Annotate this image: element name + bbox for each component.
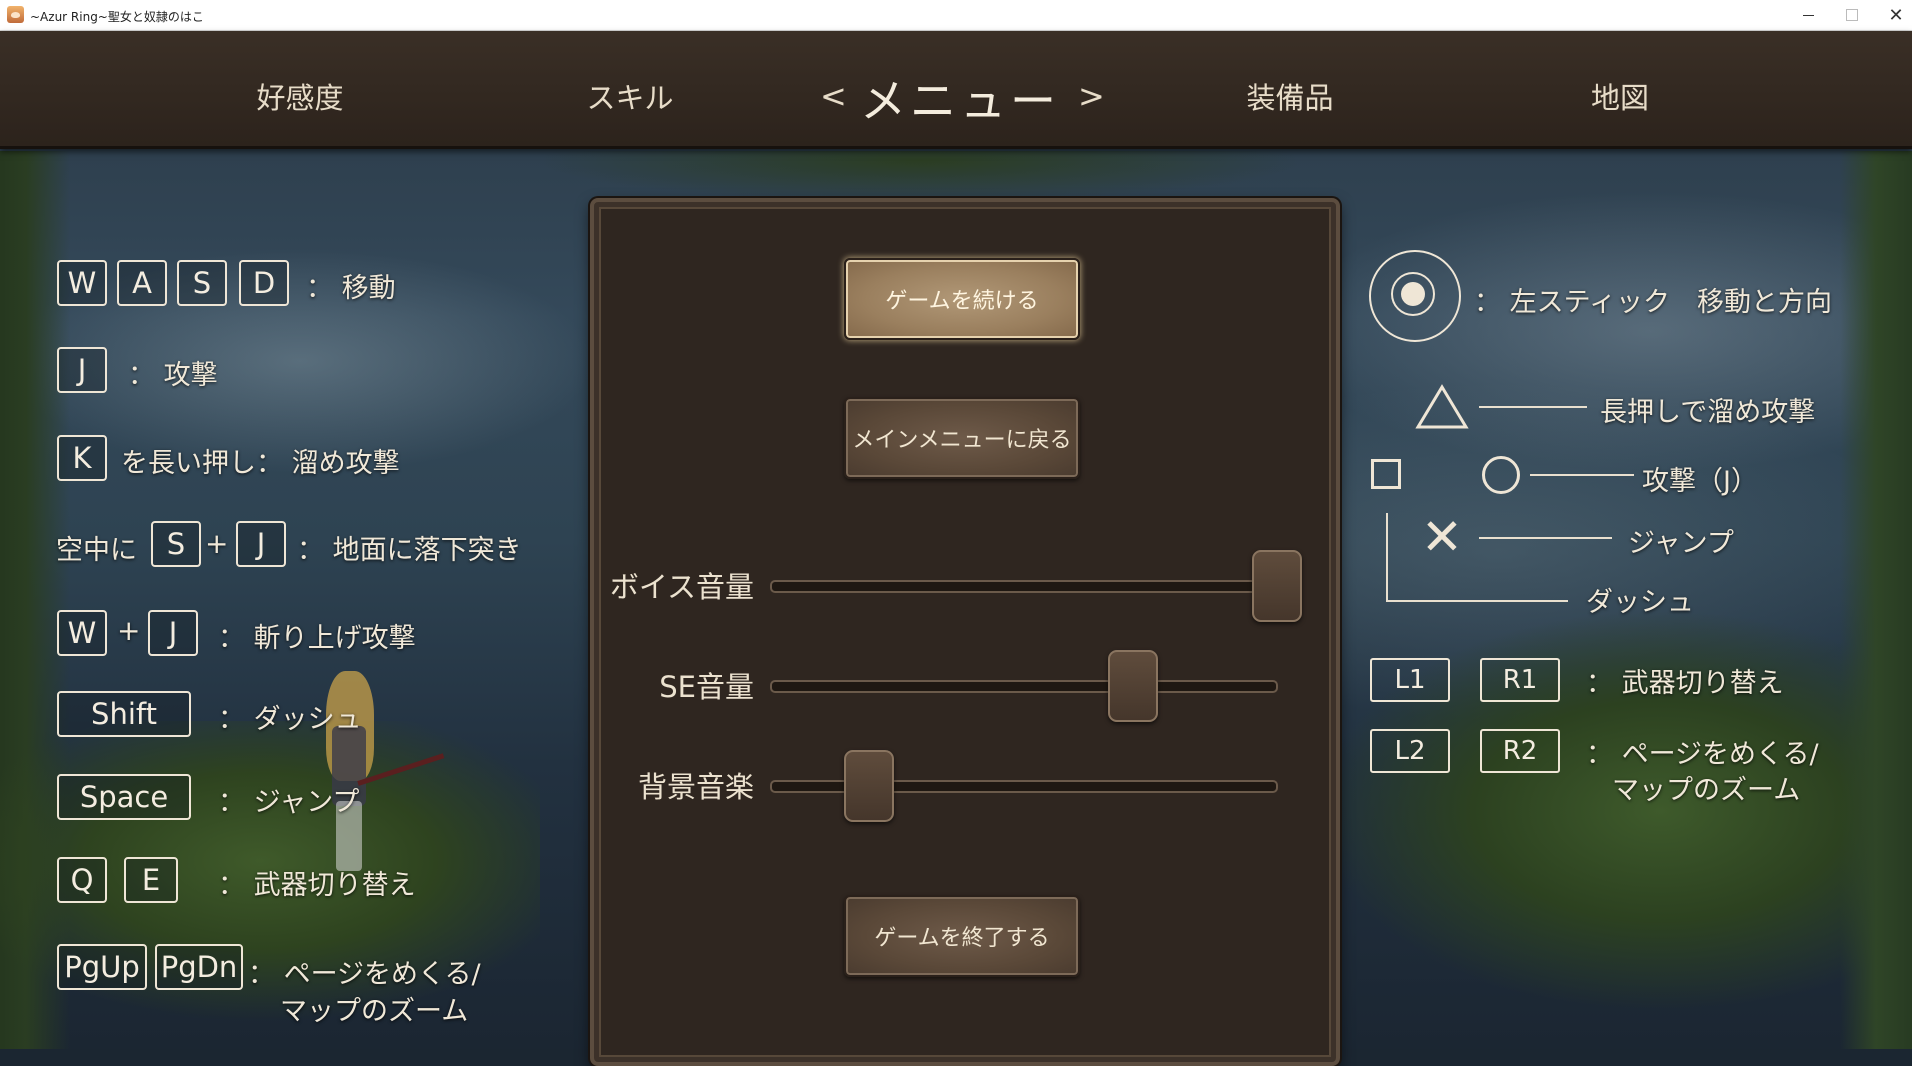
close-icon: ✕ <box>1888 4 1904 26</box>
stick-inner-ring <box>1391 272 1435 316</box>
maximize-icon <box>1846 9 1858 21</box>
foliage-right <box>1840 151 1912 1049</box>
bgm-volume-thumb[interactable] <box>844 750 894 822</box>
maximize-button[interactable] <box>1830 0 1874 30</box>
key-w: W <box>57 260 107 306</box>
dive-prefix: 空中に <box>56 535 137 566</box>
circle-line <box>1530 474 1634 476</box>
key-k: K <box>57 435 107 481</box>
shoulder-bottom-desc-line1: ： ページをめくる/ <box>1586 739 1819 770</box>
square-desc: ダッシュ <box>1586 587 1694 618</box>
se-volume-label: SE音量 <box>659 670 754 704</box>
tab-equipment[interactable]: 装備品 <box>1180 75 1400 117</box>
window-title: ~Azur Ring~聖女と奴隷のはこ <box>30 10 204 24</box>
key-d: D <box>239 260 289 306</box>
voice-volume-track[interactable] <box>770 550 1302 622</box>
bgm-volume-label: 背景音楽 <box>637 770 754 804</box>
stick-dot <box>1401 282 1425 306</box>
triangle-desc: 長押しで溜め攻撃 <box>1600 397 1816 428</box>
dash-desc: ： ダッシュ <box>218 704 362 735</box>
key-j-dive: J <box>236 521 286 567</box>
key-pgup: PgUp <box>57 944 147 990</box>
voice-volume-label: ボイス音量 <box>609 570 754 604</box>
tab-map[interactable]: 地図 <box>1510 75 1730 117</box>
key-l1: L1 <box>1370 658 1450 702</box>
left-stick-icon <box>1369 250 1461 342</box>
window-titlebar: ~Azur Ring~聖女と奴隷のはこ ✕ <box>0 0 1912 31</box>
cross-button-icon: ✕ <box>1421 508 1463 566</box>
jump-desc: ： ジャンプ <box>218 787 360 818</box>
dive-desc: ： 地面に落下突き <box>297 535 522 566</box>
attack-desc: ： 攻撃 <box>128 360 218 391</box>
se-volume-thumb[interactable] <box>1108 650 1158 722</box>
key-r1: R1 <box>1480 658 1560 702</box>
voice-volume-thumb[interactable] <box>1252 550 1302 622</box>
key-s-dive: S <box>151 521 201 567</box>
quit-game-button[interactable]: ゲームを終了する <box>844 895 1080 977</box>
square-button-icon <box>1371 459 1401 489</box>
weapon-desc: ： 武器切り替え <box>218 870 416 901</box>
shoulder-bottom-desc-line2: マップのズーム <box>1612 775 1801 806</box>
nav-next-arrow[interactable]: > <box>1078 77 1105 115</box>
continue-game-button[interactable]: ゲームを続ける <box>844 258 1080 340</box>
app-icon <box>7 6 24 23</box>
triangle-line <box>1479 406 1587 408</box>
key-r2: R2 <box>1480 729 1560 773</box>
square-hline <box>1386 600 1568 602</box>
tab-menu-active[interactable]: メニュー <box>860 65 1060 131</box>
minimize-icon <box>1802 14 1814 16</box>
main-menu-button[interactable]: メインメニューに戻る <box>844 397 1080 479</box>
cross-desc: ジャンプ <box>1628 528 1734 559</box>
key-e: E <box>124 857 178 903</box>
key-a: A <box>117 260 167 306</box>
key-q: Q <box>57 857 107 903</box>
square-vline <box>1386 513 1388 601</box>
key-s: S <box>177 260 227 306</box>
charge-desc: を長い押し： 溜め攻撃 <box>121 448 400 479</box>
page-desc-line1: ： ページをめくる/ <box>248 959 481 990</box>
triangle-button-icon <box>1415 384 1469 429</box>
se-volume-track[interactable] <box>770 650 1278 722</box>
stick-desc: ： 左スティック 移動と方向 <box>1474 287 1832 318</box>
circle-button-icon <box>1482 456 1520 494</box>
key-pgdn: PgDn <box>155 944 243 990</box>
dive-plus: + <box>205 527 229 560</box>
nav-prev-arrow[interactable]: < <box>820 77 847 115</box>
cross-line <box>1479 537 1612 539</box>
uppercut-desc: ： 斬り上げ攻撃 <box>218 623 416 654</box>
move-desc: ： 移動 <box>306 273 396 304</box>
shoulder-top-desc: ： 武器切り替え <box>1586 668 1784 699</box>
circle-desc: 攻撃（J） <box>1642 466 1758 497</box>
uppercut-plus: + <box>117 614 141 647</box>
key-shift: Shift <box>57 691 191 737</box>
key-l2: L2 <box>1370 729 1450 773</box>
key-space: Space <box>57 774 191 820</box>
key-j: J <box>57 347 107 393</box>
key-j-up: J <box>148 610 198 656</box>
page-desc-line2: マップのズーム <box>280 996 469 1027</box>
minimize-button[interactable] <box>1786 0 1830 30</box>
top-navigation: 好感度 スキル < メニュー > 装備品 地図 <box>0 31 1912 149</box>
close-button[interactable]: ✕ <box>1874 0 1912 30</box>
tab-affinity[interactable]: 好感度 <box>190 75 410 117</box>
key-w-up: W <box>57 610 107 656</box>
tab-skill[interactable]: スキル <box>520 75 740 117</box>
bgm-volume-track[interactable] <box>770 750 1278 822</box>
